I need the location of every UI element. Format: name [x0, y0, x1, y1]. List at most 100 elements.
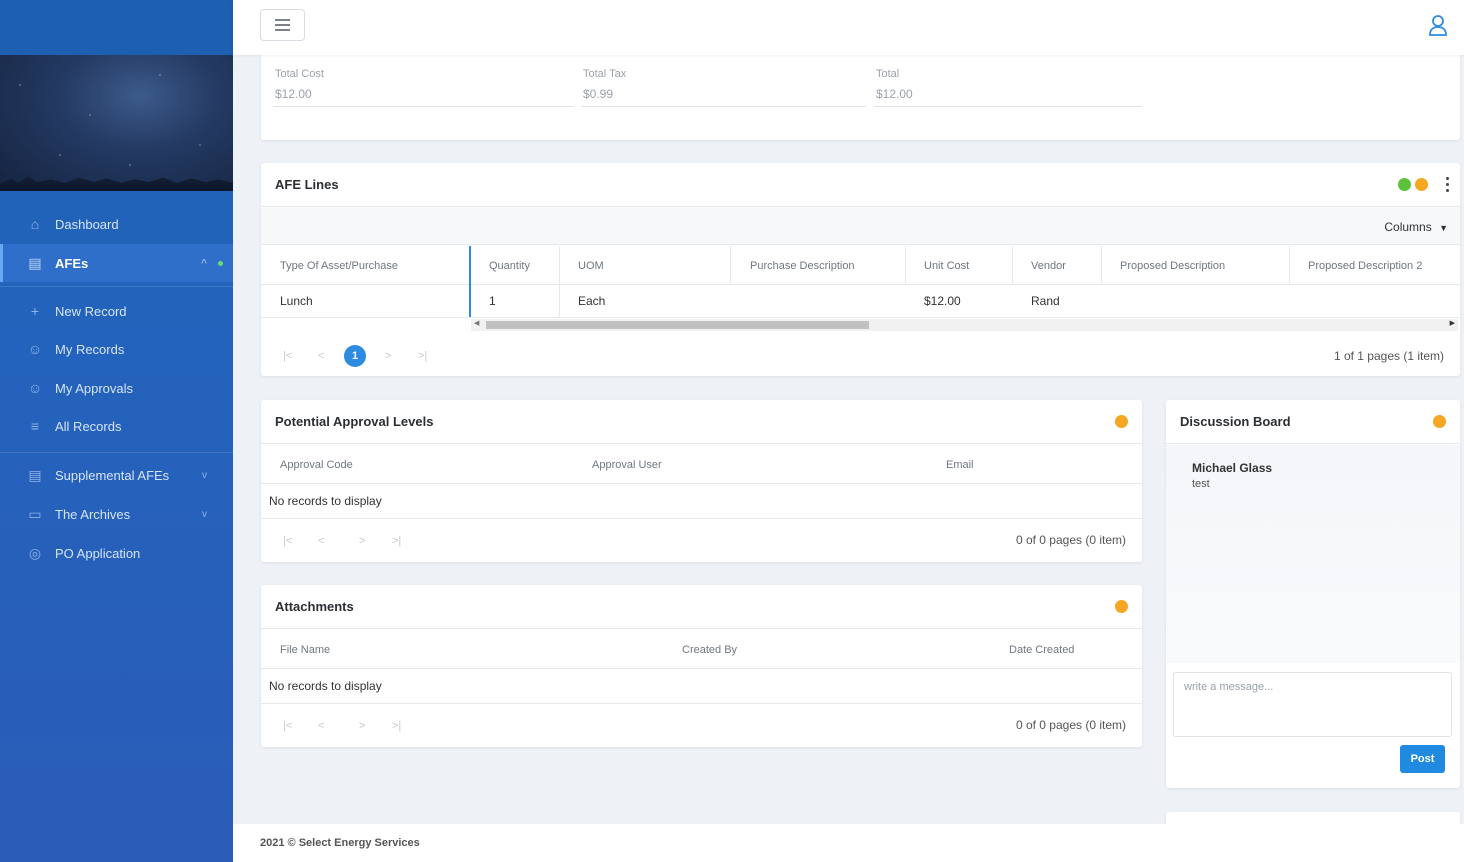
sidebar-item-my-records[interactable]: ☺ My Records	[0, 330, 233, 368]
columns-label: Columns	[1384, 220, 1432, 234]
post-button[interactable]: Post	[1400, 745, 1445, 773]
totals-card: Totals Total Cost $12.00 Total Tax $0.99…	[261, 40, 1460, 140]
column-header[interactable]: UOM	[578, 260, 604, 272]
columns-dropdown[interactable]: Columns ▼	[1384, 220, 1448, 234]
message-placeholder: write a message...	[1184, 681, 1274, 693]
column-header[interactable]: Date Created	[1009, 644, 1074, 656]
more-options-icon[interactable]	[1446, 177, 1450, 192]
attachments-header: Attachments	[261, 585, 1142, 629]
total-tax-label: Total Tax	[583, 68, 627, 80]
last-page-icon[interactable]: >|	[392, 535, 401, 547]
discussion-board-title: Discussion Board	[1180, 414, 1291, 429]
document-icon: ▤	[28, 466, 42, 483]
column-header[interactable]: Created By	[682, 644, 737, 656]
list-icon: ≡	[30, 418, 40, 434]
column-header[interactable]: Proposed Description	[1120, 260, 1225, 272]
column-header[interactable]: Approval User	[592, 459, 662, 471]
sidebar-item-label: New Record	[55, 303, 127, 319]
last-page-icon[interactable]: >|	[418, 350, 427, 362]
status-dot-orange	[1115, 600, 1128, 613]
sidebar-hero-image	[0, 55, 233, 191]
attachments-title: Attachments	[275, 599, 354, 614]
column-header[interactable]: Unit Cost	[924, 260, 969, 272]
user-check-icon: ☺	[27, 380, 43, 396]
column-header[interactable]: Email	[946, 459, 974, 471]
sidebar-item-label: AFEs	[55, 255, 89, 271]
table-cell: Lunch	[280, 294, 313, 308]
next-page-icon[interactable]: >	[385, 350, 391, 362]
first-page-icon[interactable]: |<	[283, 535, 292, 547]
sidebar-item-my-approvals[interactable]: ☺ My Approvals	[0, 369, 233, 407]
last-page-icon[interactable]: >|	[392, 720, 401, 732]
first-page-icon[interactable]: |<	[283, 720, 292, 732]
topbar	[233, 0, 1464, 55]
column-header[interactable]: Type Of Asset/Purchase	[280, 260, 398, 272]
globe-icon: ◎	[28, 544, 42, 561]
status-dot-green	[1398, 178, 1411, 191]
total-label: Total	[876, 68, 900, 80]
empty-message: No records to display	[269, 679, 382, 693]
user-icon: ☺	[27, 341, 43, 357]
total-tax-field: $0.99	[583, 87, 614, 101]
message-input[interactable]: write a message...	[1173, 672, 1452, 737]
user-icon[interactable]	[1428, 14, 1448, 36]
sidebar-item-all-records[interactable]: ≡ All Records	[0, 407, 233, 445]
column-header[interactable]: Quantity	[489, 260, 530, 272]
column-header[interactable]: Proposed Description 2	[1308, 260, 1422, 272]
first-page-icon[interactable]: |<	[283, 350, 292, 362]
total-cost-field: $12.00	[275, 87, 312, 101]
attachments-card: Attachments File Name Created By Date Cr…	[261, 585, 1142, 747]
sidebar-item-supplemental-afes[interactable]: ▤ Supplemental AFEs v	[0, 456, 233, 494]
active-indicator	[218, 260, 223, 266]
afe-lines-title: AFE Lines	[275, 177, 339, 192]
sidebar-item-the-archives[interactable]: ▭ The Archives v	[0, 495, 233, 533]
status-dot-orange	[1433, 415, 1446, 428]
pager-summary: 0 of 0 pages (0 item)	[1015, 533, 1126, 547]
scroll-right-icon[interactable]: ▶	[1450, 319, 1455, 327]
prev-page-icon[interactable]: <	[318, 535, 324, 547]
caret-down-icon: ▼	[1439, 223, 1448, 233]
sidebar: ⌂ Dashboard ▤ AFEs ^ + New Record ☺ My R…	[0, 0, 233, 862]
message-text: test	[1192, 478, 1210, 490]
table-cell: Rand	[1031, 294, 1060, 308]
next-page-icon[interactable]: >	[359, 720, 365, 732]
column-header[interactable]: Purchase Description	[750, 260, 855, 272]
document-icon: ▤	[28, 254, 42, 271]
sidebar-item-label: PO Application	[55, 545, 141, 561]
column-header[interactable]: File Name	[280, 644, 330, 656]
afe-lines-header: AFE Lines	[261, 163, 1460, 207]
pager-summary: 1 of 1 pages (1 item)	[1333, 349, 1444, 363]
sidebar-top	[0, 0, 233, 55]
message-list: Michael Glass test	[1166, 445, 1460, 663]
column-header[interactable]: Vendor	[1031, 260, 1066, 272]
sidebar-item-afes[interactable]: ▤ AFEs ^	[0, 244, 233, 282]
page-button[interactable]: 1	[344, 345, 366, 367]
status-dot-orange	[1415, 178, 1428, 191]
table-cell: 1	[489, 294, 496, 308]
message-author: Michael Glass	[1192, 461, 1273, 475]
prev-page-icon[interactable]: <	[318, 350, 324, 362]
total-cost-label: Total Cost	[275, 68, 324, 80]
sidebar-item-label: Supplemental AFEs	[55, 467, 170, 483]
column-header[interactable]: Approval Code	[280, 459, 353, 471]
afe-lines-card: AFE Lines Columns ▼ Type Of Asset/Purcha…	[261, 163, 1460, 376]
sidebar-item-label: The Archives	[55, 506, 131, 522]
table-cell: $12.00	[924, 294, 961, 308]
horizontal-scrollbar[interactable]: ◀ ▶	[471, 319, 1458, 331]
next-page-icon[interactable]: >	[359, 535, 365, 547]
footer-text: 2021 © Select Energy Services	[260, 837, 420, 849]
empty-message: No records to display	[269, 494, 382, 508]
prev-page-icon[interactable]: <	[318, 720, 324, 732]
home-icon: ⌂	[30, 216, 40, 232]
scrollbar-thumb[interactable]	[486, 321, 869, 329]
sidebar-item-new-record[interactable]: + New Record	[0, 292, 233, 330]
hamburger-icon	[275, 19, 290, 21]
sidebar-item-dashboard[interactable]: ⌂ Dashboard	[0, 205, 233, 243]
chevron-down-icon: v	[202, 508, 207, 520]
chevron-down-icon: v	[202, 469, 207, 481]
sidebar-item-po-application[interactable]: ◎ PO Application	[0, 534, 233, 572]
sidebar-item-label: My Records	[55, 341, 125, 357]
menu-toggle-button[interactable]	[260, 9, 305, 41]
pager-summary: 0 of 0 pages (0 item)	[1015, 718, 1126, 732]
scroll-left-icon[interactable]: ◀	[474, 319, 479, 327]
